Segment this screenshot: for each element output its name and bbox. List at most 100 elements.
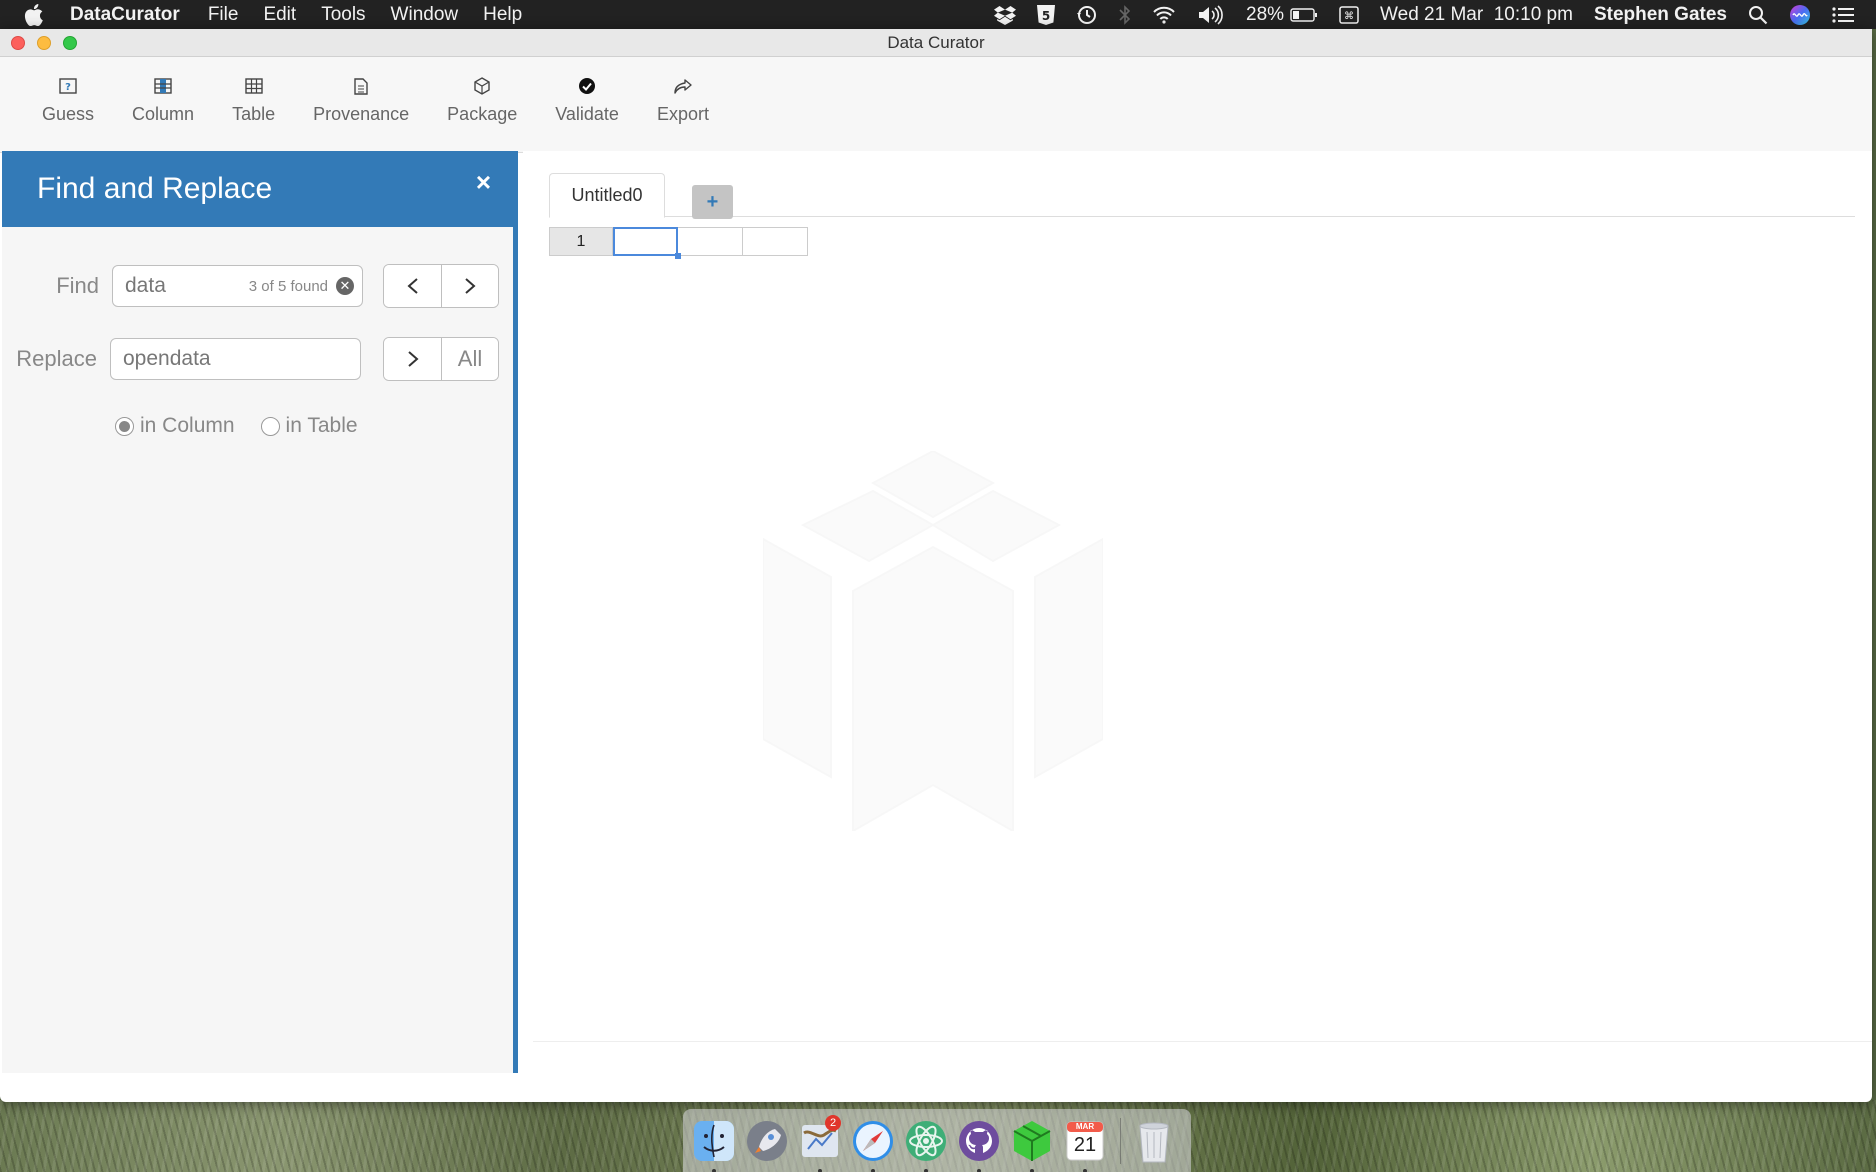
close-icon[interactable]: × <box>476 167 491 198</box>
find-input[interactable]: data 3 of 5 found ✕ <box>112 265 363 307</box>
table-workspace: Untitled0 + 1 <box>523 151 1872 1073</box>
data-curator-icon <box>1013 1120 1051 1161</box>
replace-all-button[interactable]: All <box>441 338 498 380</box>
scope-in-column-label: in Column <box>140 414 235 437</box>
window-minimize-button[interactable] <box>37 36 51 50</box>
chevron-left-icon <box>406 278 418 294</box>
toolbar-table-button[interactable]: Table <box>232 75 275 125</box>
toolbar-export-label: Export <box>656 104 709 124</box>
find-result-count: 3 of 5 found <box>248 277 328 295</box>
menu-file[interactable]: File <box>208 4 239 26</box>
toolbar-provenance-label: Provenance <box>313 104 410 124</box>
toolbar-provenance-button[interactable]: Provenance <box>313 75 409 125</box>
main-toolbar: ? Guess Column Table Provenance Package … <box>0 57 1872 153</box>
guess-icon: ? <box>59 75 77 97</box>
battery-percentage[interactable]: 28% <box>1246 4 1284 26</box>
user-name[interactable]: Stephen Gates <box>1594 4 1727 26</box>
toolbar-export-button[interactable]: Export <box>657 75 709 125</box>
add-tab-button[interactable]: + <box>692 185 733 219</box>
menu-help[interactable]: Help <box>483 4 522 26</box>
menu-bar: DataCurator File Edit Tools Window Help … <box>0 0 1876 29</box>
sheet-tab-untitled0[interactable]: Untitled0 <box>549 173 665 218</box>
running-indicator <box>712 1168 716 1172</box>
menu-tools[interactable]: Tools <box>321 4 365 26</box>
window-title: Data Curator <box>887 32 985 52</box>
find-previous-button[interactable] <box>384 265 441 307</box>
data-grid: 1 <box>549 227 808 259</box>
row-header[interactable]: 1 <box>549 227 613 256</box>
check-circle-icon <box>578 75 596 97</box>
dock-calendar[interactable]: MAR 21 <box>1062 1118 1108 1172</box>
find-replace-panel: Find and Replace × Find data 3 of 5 foun… <box>2 151 518 1073</box>
toolbar-column-button[interactable]: Column <box>132 75 194 125</box>
find-nav-buttons <box>383 264 499 308</box>
replace-input[interactable]: opendata <box>110 338 361 380</box>
clear-find-icon[interactable]: ✕ <box>336 277 354 295</box>
dock-mail[interactable]: 2 <box>797 1114 843 1172</box>
time-machine-icon[interactable] <box>1076 4 1098 26</box>
dock: 2 MAR 21 <box>683 1109 1191 1172</box>
apple-icon[interactable] <box>24 3 50 26</box>
toolbar-package-button[interactable]: Package <box>447 75 517 125</box>
radio-checked-icon <box>115 416 134 436</box>
find-next-button[interactable] <box>441 265 498 307</box>
chevron-right-icon <box>465 278 476 294</box>
toolbar-validate-button[interactable]: Validate <box>555 75 619 125</box>
calendar-month: MAR <box>1075 1121 1095 1131</box>
dropbox-icon[interactable] <box>994 5 1016 25</box>
window-titlebar[interactable]: Data Curator <box>0 29 1872 57</box>
toolbar-validate-label: Validate <box>555 104 619 124</box>
replace-next-button[interactable] <box>384 338 441 380</box>
wifi-icon[interactable] <box>1152 6 1176 24</box>
find-replace-header: Find and Replace × <box>2 151 513 227</box>
running-indicator <box>1083 1168 1087 1172</box>
siri-icon[interactable] <box>1789 4 1811 26</box>
share-icon <box>673 75 693 97</box>
grid-cell[interactable] <box>678 227 743 256</box>
menu-window[interactable]: Window <box>391 4 459 26</box>
window-close-button[interactable] <box>11 36 25 50</box>
dock-launchpad[interactable] <box>744 1118 790 1164</box>
divider <box>533 1041 1872 1042</box>
dock-trash[interactable] <box>1131 1118 1177 1164</box>
svg-text:⌘: ⌘ <box>1344 11 1354 22</box>
dock-finder[interactable] <box>691 1118 737 1172</box>
toolbar-table-label: Table <box>232 104 276 124</box>
volume-icon[interactable] <box>1197 4 1225 25</box>
scope-in-column-radio[interactable]: in Column <box>115 414 235 438</box>
running-indicator <box>977 1168 981 1172</box>
find-label: Find <box>56 273 99 298</box>
scope-in-table-radio[interactable]: in Table <box>260 414 358 438</box>
keyboard-viewer-icon[interactable]: ⌘ <box>1339 5 1359 24</box>
dock-atom[interactable] <box>903 1118 949 1172</box>
notification-center-icon[interactable] <box>1832 6 1854 24</box>
calendar-day: 21 <box>1073 1133 1097 1156</box>
dock-safari[interactable] <box>850 1118 896 1172</box>
column-icon <box>154 75 172 97</box>
spotlight-search-icon[interactable] <box>1748 5 1768 25</box>
grid-cell-selected[interactable] <box>613 227 681 259</box>
menu-edit[interactable]: Edit <box>263 4 296 26</box>
replace-input-value: opendata <box>123 347 211 370</box>
chevron-right-icon <box>407 351 419 367</box>
html5-icon[interactable]: 5 <box>1037 4 1055 25</box>
toolbar-column-label: Column <box>132 104 195 124</box>
bluetooth-icon[interactable] <box>1119 4 1131 25</box>
battery-icon[interactable] <box>1290 7 1318 23</box>
package-icon <box>474 75 490 97</box>
dock-data-curator[interactable] <box>1009 1118 1055 1172</box>
sheet-tab-label: Untitled0 <box>571 185 643 205</box>
trash-icon <box>1139 1122 1169 1162</box>
grid-cell[interactable] <box>743 227 808 256</box>
window-zoom-button[interactable] <box>63 36 77 50</box>
menu-app-name[interactable]: DataCurator <box>70 4 180 26</box>
atom-icon <box>906 1120 946 1161</box>
toolbar-guess-button[interactable]: ? Guess <box>42 75 94 125</box>
sheet-tab-strip: Untitled0 + <box>549 173 1855 219</box>
radio-unchecked-icon <box>260 416 280 436</box>
svg-text:?: ? <box>65 82 71 93</box>
svg-text:5: 5 <box>1042 9 1050 23</box>
clock-datetime[interactable]: Wed 21 Mar 10:10 pm <box>1380 4 1573 26</box>
dock-github-desktop[interactable] <box>956 1118 1002 1172</box>
safari-icon <box>853 1120 893 1161</box>
